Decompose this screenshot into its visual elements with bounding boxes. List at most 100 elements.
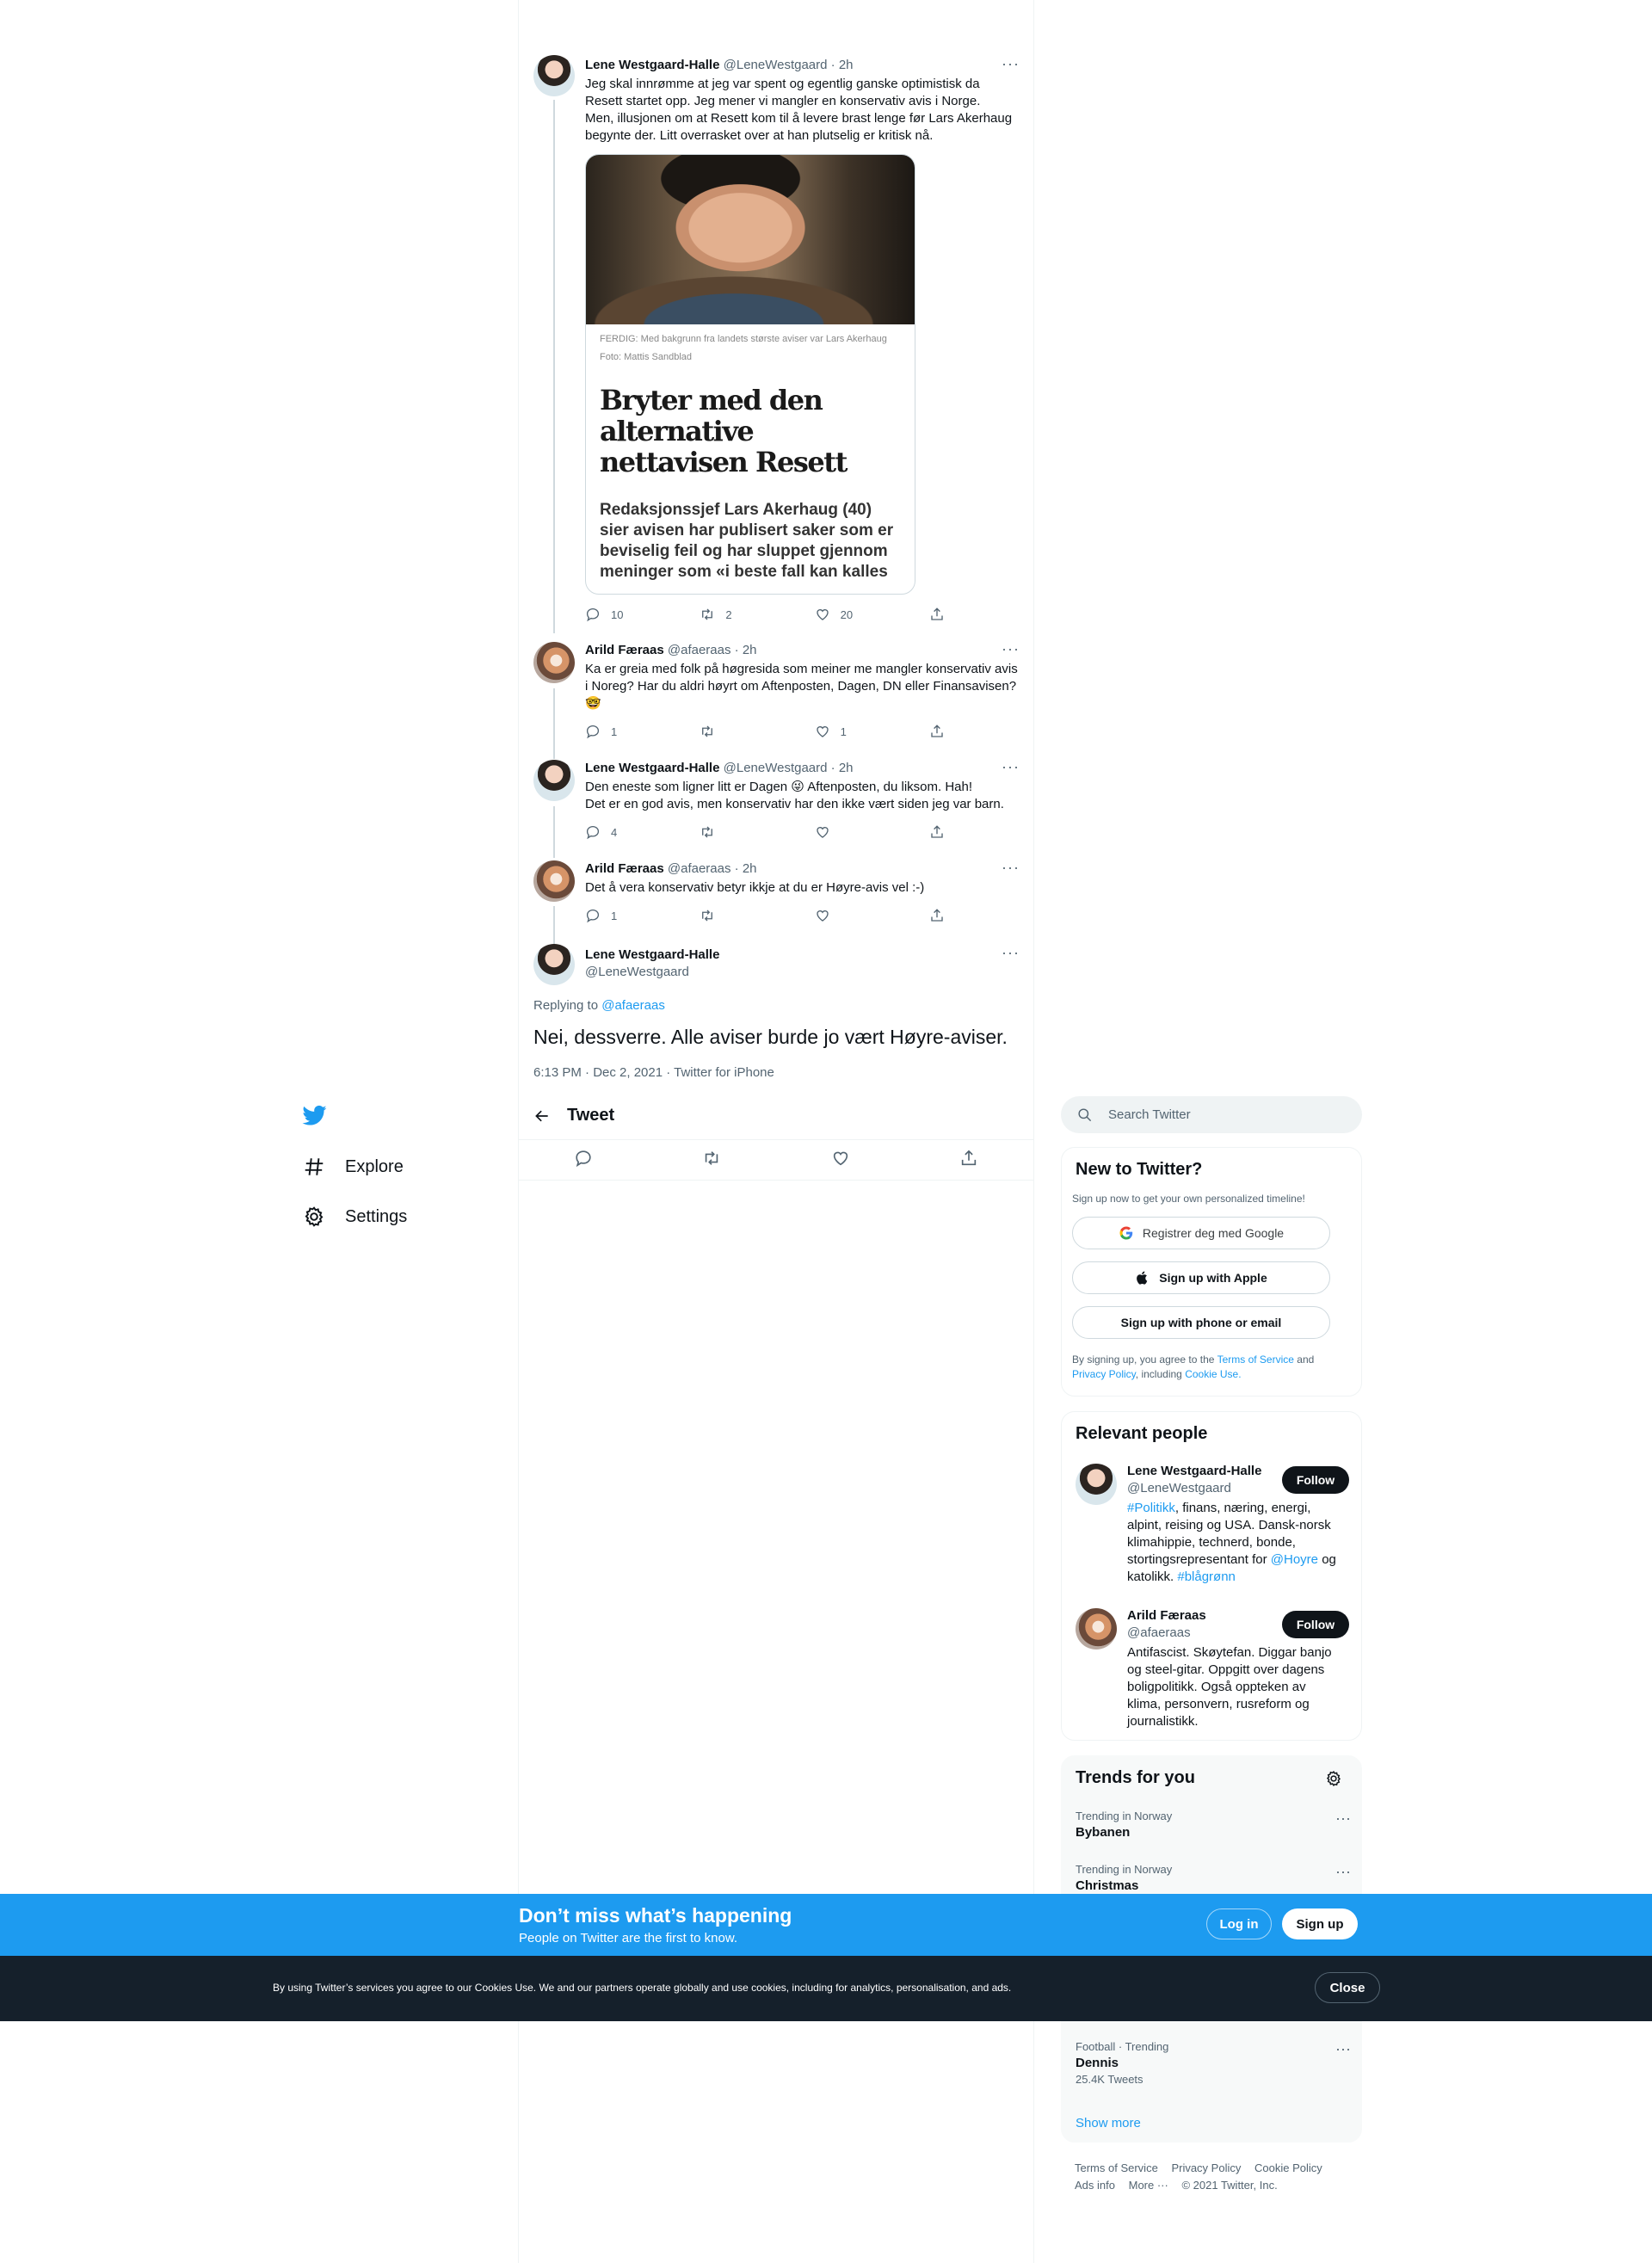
author-handle[interactable]: @LeneWestgaard	[724, 761, 828, 775]
hashtag-link[interactable]: #Politikk	[1127, 1501, 1175, 1515]
retweet-button[interactable]	[702, 1149, 721, 1172]
thread-connector	[553, 100, 555, 633]
back-button[interactable]	[519, 1107, 567, 1125]
avatar[interactable]	[533, 55, 575, 96]
close-button[interactable]: Close	[1315, 1972, 1380, 2003]
google-signup-button[interactable]: Registrer deg med Google	[1072, 1217, 1330, 1249]
more-options-icon[interactable]: ···	[1002, 758, 1020, 776]
footer-link[interactable]: More ···	[1129, 2179, 1168, 2192]
apple-signup-button[interactable]: Sign up with Apple	[1072, 1261, 1330, 1294]
nav-item-explore[interactable]: Explore	[302, 1150, 404, 1184]
person-handle[interactable]: @afaeraas	[1127, 1625, 1191, 1640]
like-button[interactable]	[815, 823, 929, 841]
terms-of-service-link[interactable]: Terms of Service	[1217, 1353, 1294, 1366]
follow-button[interactable]: Follow	[1282, 1466, 1349, 1494]
avatar[interactable]	[533, 860, 575, 902]
more-options-icon[interactable]: ···	[1335, 1863, 1351, 1881]
reply-icon	[586, 725, 600, 739]
more-options-icon[interactable]: ···	[1335, 2040, 1351, 2058]
avatar[interactable]	[533, 944, 575, 985]
gear-icon[interactable]	[1325, 1770, 1342, 1791]
tweet-timestamp[interactable]: 6:13 PM · Dec 2, 2021 · Twitter for iPho…	[533, 1065, 774, 1080]
like-button[interactable]	[831, 1149, 850, 1172]
footer-link[interactable]: Privacy Policy	[1171, 2161, 1241, 2174]
more-options-icon[interactable]: ···	[1002, 859, 1020, 877]
nav-item-settings[interactable]: Settings	[302, 1199, 407, 1234]
cookie-text: By using Twitter’s services you agree to…	[273, 1982, 1012, 1994]
footer-link[interactable]: Cookie Policy	[1254, 2161, 1322, 2174]
more-options-icon[interactable]: ···	[1335, 1810, 1351, 1828]
retweet-button[interactable]	[700, 823, 814, 841]
author-name[interactable]: Arild Færaas	[585, 861, 664, 876]
reply-button[interactable]: 10	[585, 606, 700, 623]
terms-text: By signing up, you agree to the	[1072, 1353, 1215, 1366]
more-options-icon[interactable]: ···	[1002, 640, 1020, 658]
reply-button[interactable]: 4	[585, 823, 700, 841]
signup-button[interactable]: Sign up	[1282, 1908, 1358, 1939]
author-handle[interactable]: @LeneWestgaard	[724, 58, 828, 72]
avatar[interactable]	[1076, 1464, 1117, 1505]
avatar[interactable]	[533, 642, 575, 683]
login-button[interactable]: Log in	[1206, 1908, 1272, 1939]
avatar[interactable]	[533, 760, 575, 801]
share-button[interactable]	[929, 907, 955, 924]
author-handle[interactable]: @afaeraas	[668, 861, 731, 876]
nav-label-explore: Explore	[345, 1156, 404, 1176]
author-name[interactable]: Arild Færaas	[585, 643, 664, 657]
author-name[interactable]: Lene Westgaard-Halle	[585, 58, 719, 72]
trend-item[interactable]: Trending in Norway Bybanen ···	[1076, 1810, 1351, 1840]
terms-text: and	[1297, 1353, 1315, 1366]
search-placeholder: Search Twitter	[1108, 1107, 1191, 1122]
author-handle[interactable]: @LeneWestgaard	[585, 964, 719, 981]
share-icon	[931, 909, 943, 922]
tweet-time[interactable]: · 2h	[831, 58, 854, 72]
share-button[interactable]	[929, 823, 955, 841]
author-handle[interactable]: @afaeraas	[668, 643, 731, 657]
reply-button[interactable]	[574, 1149, 593, 1172]
like-button[interactable]	[815, 907, 929, 924]
search-input[interactable]: Search Twitter	[1061, 1096, 1362, 1133]
replying-to-link[interactable]: @afaeraas	[601, 998, 665, 1013]
trend-item[interactable]: Football · Trending Dennis 25.4K Tweets …	[1076, 2040, 1351, 2086]
retweet-button[interactable]: 2	[700, 606, 814, 623]
tweet-time[interactable]: · 2h	[831, 761, 854, 775]
avatar[interactable]	[1076, 1608, 1117, 1649]
share-button[interactable]	[959, 1149, 978, 1172]
footer-link[interactable]: Ads info	[1075, 2179, 1115, 2192]
trend-context: Trending in Norway	[1076, 1863, 1173, 1876]
reply-button[interactable]: 1	[585, 907, 700, 924]
footer-link[interactable]: Terms of Service	[1075, 2161, 1158, 2174]
like-button[interactable]: 20	[815, 606, 929, 623]
twitter-logo-icon[interactable]	[302, 1103, 330, 1127]
person-handle[interactable]: @LeneWestgaard	[1127, 1481, 1231, 1495]
show-more-link[interactable]: Show more	[1076, 2116, 1141, 2130]
author-name[interactable]: Lene Westgaard-Halle	[585, 947, 719, 964]
hashtag-link[interactable]: #blågrønn	[1177, 1569, 1236, 1584]
share-button[interactable]	[929, 723, 955, 740]
article-lead: Redaksjonssjef Lars Akerhaug (40) sier a…	[600, 501, 894, 581]
cookie-use-link[interactable]: Cookie Use.	[1185, 1368, 1241, 1380]
follow-button[interactable]: Follow	[1282, 1611, 1349, 1638]
panel-title: Relevant people	[1076, 1424, 1208, 1443]
new-to-twitter-panel: New to Twitter? Sign up now to get your …	[1061, 1147, 1362, 1397]
mention-link[interactable]: @Hoyre	[1271, 1552, 1318, 1567]
retweet-button[interactable]	[700, 907, 814, 924]
like-button[interactable]: 1	[815, 723, 929, 740]
privacy-policy-link[interactable]: Privacy Policy	[1072, 1368, 1136, 1380]
tweet-time[interactable]: · 2h	[735, 643, 757, 657]
author-name[interactable]: Lene Westgaard-Halle	[585, 761, 719, 775]
trend-item[interactable]: Trending in Norway Christmas ···	[1076, 1863, 1351, 1893]
reply-button[interactable]: 1	[585, 723, 700, 740]
retweet-button[interactable]	[700, 723, 814, 740]
person-name[interactable]: Lene Westgaard-Halle	[1127, 1464, 1261, 1478]
relevant-people-panel: Relevant people Lene Westgaard-Halle @Le…	[1061, 1411, 1362, 1741]
focused-tweet-text: Nei, dessverre. Alle aviser burde jo vær…	[533, 1026, 1008, 1048]
person-name[interactable]: Arild Færaas	[1127, 1608, 1206, 1623]
more-options-icon[interactable]: ···	[1002, 55, 1020, 73]
article-card[interactable]: FERDIG: Med bakgrunn fra landets største…	[585, 154, 915, 595]
tweet-time[interactable]: · 2h	[735, 861, 757, 876]
more-options-icon[interactable]: ···	[1002, 944, 1020, 962]
retweet-icon	[702, 910, 713, 922]
share-button[interactable]	[929, 606, 955, 623]
phone-signup-button[interactable]: Sign up with phone or email	[1072, 1306, 1330, 1339]
